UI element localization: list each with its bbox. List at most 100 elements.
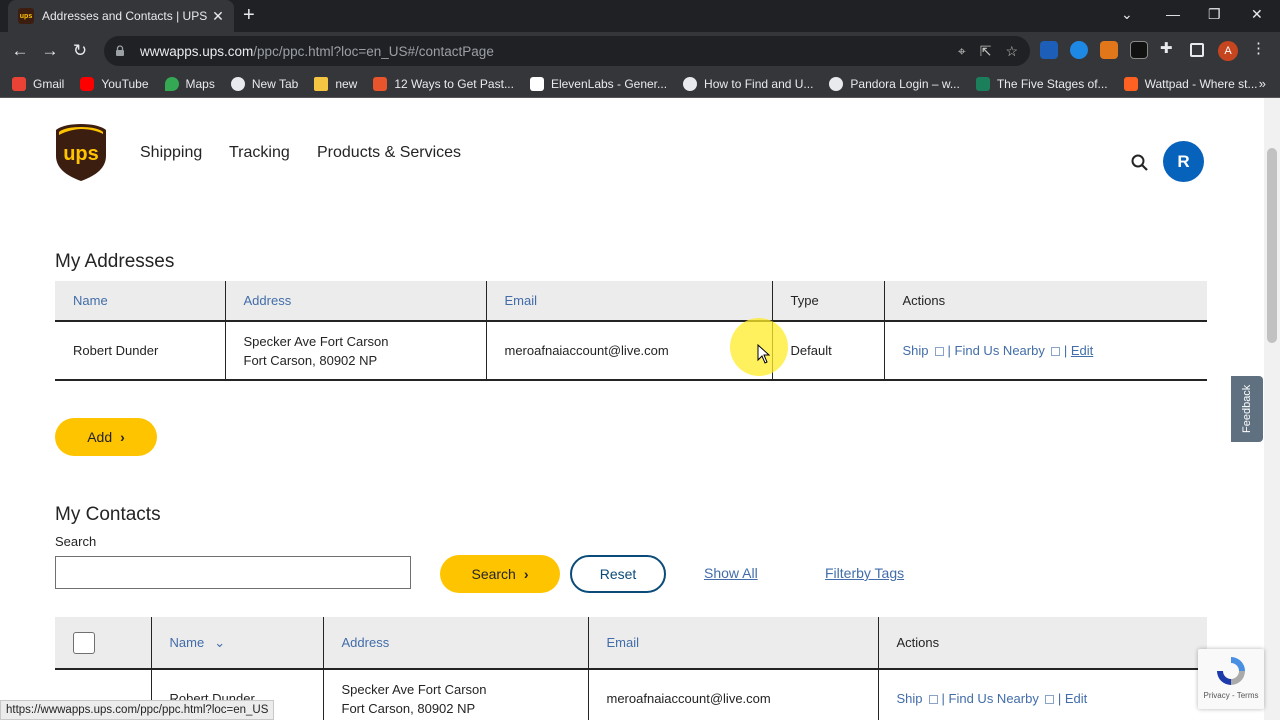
minimize-icon[interactable]: — — [1166, 6, 1180, 22]
page-content: ups Shipping Tracking Products & Service… — [0, 98, 1264, 720]
close-window-icon[interactable]: ✕ — [1251, 6, 1263, 23]
browser-menu-icon[interactable]: ⋮ — [1251, 39, 1269, 57]
bookmark-item[interactable]: Pandora Login – w... — [829, 76, 960, 91]
bookmark-item[interactable]: Wattpad - Where st... — [1123, 76, 1257, 91]
bookmarks-bar: Gmail YouTube Maps New Tab new 12 Ways t… — [0, 70, 1280, 98]
column-header-email[interactable]: Email — [588, 617, 879, 670]
bookmark-item[interactable]: Maps — [164, 76, 215, 91]
browser-tab[interactable]: ups Addresses and Contacts | UPS ✕ — [8, 0, 234, 32]
search-button[interactable]: Search › — [440, 555, 560, 593]
nav-products-services[interactable]: Products & Services — [317, 144, 461, 162]
browser-profile-avatar[interactable]: A — [1218, 41, 1238, 61]
address-line2: Fort Carson, 80902 NP — [341, 700, 476, 716]
address-line1: Specker Ave Fort Carson — [243, 333, 389, 349]
table-header-row: Name Address Email Type Actions — [55, 281, 1207, 322]
more-bookmarks-icon[interactable]: » — [1259, 76, 1266, 91]
elevenlabs-icon — [529, 76, 544, 91]
new-tab-icon[interactable]: + — [243, 5, 255, 25]
address-cell: Specker Ave Fort Carson Fort Carson, 8090… — [225, 321, 487, 381]
search-button-label: Search — [471, 566, 516, 582]
bookmark-label: Maps — [185, 76, 215, 91]
bookmark-item[interactable]: 12 Ways to Get Past... — [373, 76, 514, 91]
back-icon[interactable]: ← — [5, 41, 35, 61]
side-panel-icon[interactable] — [1190, 43, 1204, 57]
chevron-right-icon: › — [523, 566, 529, 582]
reset-button[interactable]: Reset — [570, 555, 666, 593]
logo-text: ups — [63, 143, 99, 165]
lock-icon — [116, 45, 124, 56]
bookmark-item[interactable]: ElevenLabs - Gener... — [529, 76, 667, 91]
wordpress-icon — [829, 76, 844, 91]
reload-icon[interactable]: ↻ — [65, 41, 95, 61]
edit-link[interactable]: Edit — [1065, 691, 1087, 706]
tab-search-chevron-icon[interactable]: ⌄ — [1121, 6, 1133, 23]
ship-link[interactable]: Ship — [903, 343, 929, 358]
bookmark-item[interactable]: The Five Stages of... — [975, 76, 1108, 91]
bookmark-star-icon[interactable]: ☆ — [1005, 43, 1018, 60]
recaptcha-badge[interactable]: Privacy - Terms — [1198, 649, 1264, 709]
column-header-address[interactable]: Address — [225, 281, 487, 322]
extensions-puzzle-icon[interactable]: ✚ — [1160, 39, 1178, 57]
bookmark-item[interactable]: How to Find and U... — [683, 76, 814, 91]
status-bar-url: https://wwwapps.ups.com/ppc/ppc.html?loc… — [0, 700, 275, 720]
scrollbar-thumb[interactable] — [1267, 148, 1277, 343]
column-name-label: Name — [169, 634, 205, 650]
bookmark-label: The Five Stages of... — [996, 76, 1108, 91]
bookmark-label: Pandora Login – w... — [850, 76, 960, 91]
external-link-icon — [1050, 347, 1060, 356]
user-avatar[interactable]: R — [1163, 141, 1204, 182]
column-header-actions: Actions — [878, 617, 1207, 670]
feedback-tab[interactable]: Feedback — [1231, 376, 1263, 442]
tab-title: Addresses and Contacts | UPS — [42, 9, 208, 23]
ups-logo[interactable]: ups — [54, 122, 108, 182]
mouse-pointer-icon — [757, 344, 771, 364]
share-icon[interactable]: ⇱ — [980, 43, 992, 60]
bookmark-item[interactable]: New Tab — [230, 76, 298, 91]
address-type-cell: Default — [772, 321, 885, 381]
forward-icon[interactable]: → — [35, 41, 65, 61]
external-link-icon — [928, 695, 938, 704]
extension-blue-icon[interactable] — [1070, 41, 1088, 59]
column-header-type: Type — [772, 281, 885, 322]
find-us-nearby-link[interactable]: Find Us Nearby — [949, 691, 1039, 706]
column-header-name[interactable]: Name — [55, 281, 226, 322]
recaptcha-icon — [1217, 657, 1245, 685]
ship-link[interactable]: Ship — [897, 691, 923, 706]
recaptcha-text[interactable]: Privacy - Terms — [1198, 691, 1264, 700]
nav-shipping[interactable]: Shipping — [140, 144, 202, 162]
column-header-email[interactable]: Email — [486, 281, 773, 322]
filter-by-tags-link[interactable]: Filterby Tags — [825, 565, 904, 581]
address-bar[interactable]: wwwapps.ups.com/ppc/ppc.html?loc=en_US#/… — [104, 36, 1030, 66]
bookmark-label: How to Find and U... — [704, 76, 814, 91]
show-all-link[interactable]: Show All — [704, 565, 758, 581]
page-scrollbar[interactable] — [1264, 98, 1280, 720]
contact-email-cell: meroafnaiaccount@live.com — [588, 669, 879, 720]
address-name-cell: Robert Dunder — [55, 321, 226, 381]
bookmark-label: new — [335, 76, 358, 91]
address-line1: Specker Ave Fort Carson — [341, 681, 487, 697]
bookmark-label: Gmail — [33, 76, 65, 91]
select-all-cell — [55, 617, 152, 670]
close-tab-icon[interactable]: ✕ — [210, 8, 226, 25]
edit-link[interactable]: Edit — [1071, 343, 1093, 358]
location-icon[interactable]: ⌖ — [958, 43, 966, 60]
extension-dark-icon[interactable] — [1130, 41, 1148, 59]
youtube-icon — [80, 76, 95, 91]
nav-tracking[interactable]: Tracking — [229, 144, 290, 162]
bookmark-item[interactable]: new — [314, 76, 358, 91]
extension-metamask-icon[interactable] — [1100, 41, 1118, 59]
column-header-name[interactable]: Name ⌄ — [151, 617, 324, 670]
extension-shield-icon[interactable] — [1040, 41, 1058, 59]
add-address-button[interactable]: Add › — [55, 418, 157, 456]
find-us-nearby-link[interactable]: Find Us Nearby — [955, 343, 1045, 358]
ups-favicon-icon: ups — [18, 8, 34, 24]
restore-icon[interactable]: ❐ — [1208, 6, 1221, 23]
search-icon[interactable] — [1131, 154, 1149, 172]
contacts-search-input[interactable] — [55, 556, 411, 589]
bookmark-item[interactable]: YouTube — [80, 76, 149, 91]
bookmark-item[interactable]: Gmail — [12, 76, 65, 91]
select-all-checkbox[interactable] — [73, 631, 95, 654]
contact-address-cell: Specker Ave Fort Carson Fort Carson, 8090… — [323, 669, 589, 720]
reset-button-label: Reset — [599, 566, 637, 582]
column-header-address[interactable]: Address — [323, 617, 589, 670]
